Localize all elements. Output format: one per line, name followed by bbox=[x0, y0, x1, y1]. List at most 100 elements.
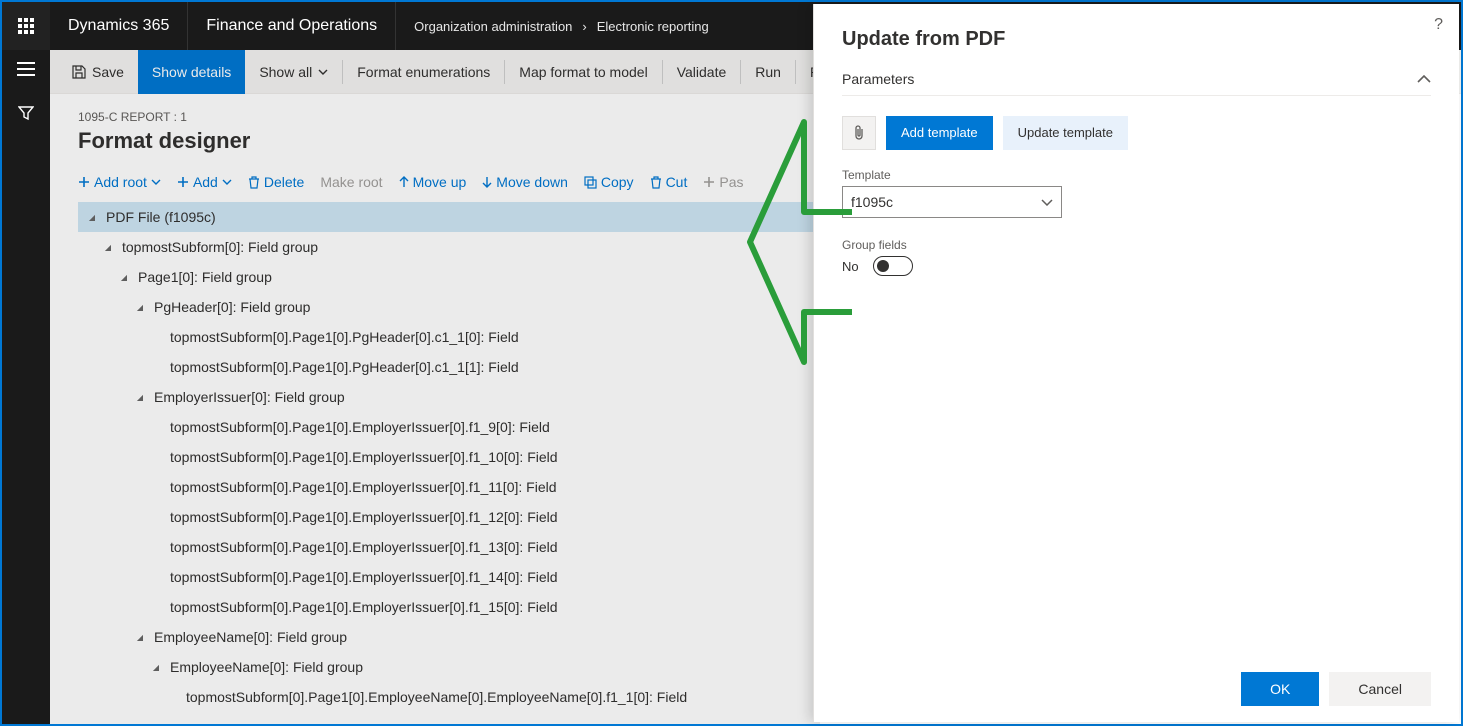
flyout-title: Update from PDF bbox=[842, 28, 1431, 51]
caret-icon[interactable]: ◢ bbox=[134, 303, 146, 312]
plus-icon bbox=[78, 176, 90, 188]
tree-label: topmostSubform[0].Page1[0].EmployeeName[… bbox=[186, 689, 687, 705]
waffle-menu[interactable] bbox=[2, 2, 50, 50]
show-all-button[interactable]: Show all bbox=[245, 50, 342, 94]
chevron-down-icon bbox=[318, 69, 328, 75]
tree-label: topmostSubform[0].Page1[0].EmployerIssue… bbox=[170, 539, 558, 555]
copy-icon bbox=[584, 176, 597, 189]
delete-label: Delete bbox=[264, 174, 304, 190]
tree-label: topmostSubform[0].Page1[0].EmployerIssue… bbox=[170, 509, 558, 525]
add-button[interactable]: Add bbox=[177, 174, 232, 190]
hamburger-icon[interactable] bbox=[17, 62, 35, 76]
chevron-down-icon bbox=[222, 179, 232, 185]
delete-button[interactable]: Delete bbox=[248, 174, 304, 190]
run-label: Run bbox=[755, 64, 781, 80]
plus-icon bbox=[703, 176, 715, 188]
validate-button[interactable]: Validate bbox=[663, 50, 741, 94]
tree-label: topmostSubform[0].Page1[0].EmployerIssue… bbox=[170, 569, 558, 585]
filter-icon[interactable] bbox=[18, 106, 34, 122]
breadcrumb-item[interactable]: Electronic reporting bbox=[597, 19, 709, 34]
tree-label: topmostSubform[0].Page1[0].EmployerIssue… bbox=[170, 479, 557, 495]
format-enum-button[interactable]: Format enumerations bbox=[343, 50, 504, 94]
make-root-button: Make root bbox=[320, 174, 382, 190]
tree-label: EmployeeName[0]: Field group bbox=[170, 659, 363, 675]
help-icon[interactable]: ? bbox=[1434, 16, 1443, 34]
map-format-button[interactable]: Map format to model bbox=[505, 50, 661, 94]
move-up-label: Move up bbox=[413, 174, 467, 190]
add-label: Add bbox=[193, 174, 218, 190]
chevron-down-icon bbox=[151, 179, 161, 185]
show-details-button[interactable]: Show details bbox=[138, 50, 245, 94]
ok-button[interactable]: OK bbox=[1241, 672, 1319, 706]
arrow-down-icon bbox=[482, 176, 492, 188]
group-fields-value: No bbox=[842, 259, 859, 274]
tree-label: EmployeeName[0]: Field group bbox=[154, 629, 347, 645]
run-button[interactable]: Run bbox=[741, 50, 795, 94]
template-select[interactable]: f1095c bbox=[842, 186, 1062, 218]
add-root-button[interactable]: Add root bbox=[78, 174, 161, 190]
move-down-button[interactable]: Move down bbox=[482, 174, 568, 190]
template-field-label: Template bbox=[842, 168, 1431, 182]
toggle-knob bbox=[877, 260, 889, 272]
move-down-label: Move down bbox=[496, 174, 568, 190]
add-root-label: Add root bbox=[94, 174, 147, 190]
chevron-up-icon bbox=[1417, 75, 1431, 83]
brand-label[interactable]: Dynamics 365 bbox=[50, 2, 188, 50]
attachment-button[interactable] bbox=[842, 116, 876, 150]
make-root-label: Make root bbox=[320, 174, 382, 190]
cancel-button[interactable]: Cancel bbox=[1329, 672, 1431, 706]
breadcrumb-item[interactable]: Organization administration bbox=[414, 19, 572, 34]
map-format-label: Map format to model bbox=[519, 64, 647, 80]
caret-icon[interactable]: ◢ bbox=[102, 243, 114, 252]
tree-label: PDF File (f1095c) bbox=[106, 209, 216, 225]
template-value: f1095c bbox=[851, 194, 893, 210]
tree-label: PgHeader[0]: Field group bbox=[154, 299, 310, 315]
breadcrumb: Organization administration › Electronic… bbox=[396, 2, 727, 50]
update-template-button[interactable]: Update template bbox=[1003, 116, 1128, 150]
tree-label: topmostSubform[0].Page1[0].EmployerIssue… bbox=[170, 449, 558, 465]
parameters-section-header[interactable]: Parameters bbox=[842, 71, 1431, 96]
paperclip-icon bbox=[853, 125, 865, 141]
show-details-label: Show details bbox=[152, 64, 231, 80]
tree-label: topmostSubform[0].Page1[0].PgHeader[0].c… bbox=[170, 359, 519, 375]
save-button[interactable]: Save bbox=[58, 50, 138, 94]
plus-icon bbox=[177, 176, 189, 188]
cut-icon bbox=[650, 176, 662, 189]
cut-label: Cut bbox=[666, 174, 688, 190]
chevron-right-icon: › bbox=[582, 19, 586, 34]
caret-icon[interactable]: ◢ bbox=[118, 273, 130, 282]
copy-button[interactable]: Copy bbox=[584, 174, 634, 190]
parameters-label: Parameters bbox=[842, 71, 914, 87]
left-rail bbox=[2, 50, 50, 724]
tree-label: topmostSubform[0].Page1[0].EmployerIssue… bbox=[170, 599, 558, 615]
tree-label: EmployerIssuer[0]: Field group bbox=[154, 389, 345, 405]
paste-button: Pas bbox=[703, 174, 743, 190]
cut-button[interactable]: Cut bbox=[650, 174, 688, 190]
save-label: Save bbox=[92, 64, 124, 80]
caret-icon[interactable]: ◢ bbox=[150, 663, 162, 672]
caret-icon[interactable]: ◢ bbox=[86, 213, 98, 222]
format-enum-label: Format enumerations bbox=[357, 64, 490, 80]
caret-icon[interactable]: ◢ bbox=[134, 393, 146, 402]
group-fields-label: Group fields bbox=[842, 238, 1431, 252]
tree-label: topmostSubform[0]: Field group bbox=[122, 239, 318, 255]
show-all-label: Show all bbox=[259, 64, 312, 80]
module-label[interactable]: Finance and Operations bbox=[188, 2, 396, 50]
paste-label: Pas bbox=[719, 174, 743, 190]
update-from-pdf-flyout: ? Update from PDF Parameters Add templat… bbox=[813, 4, 1459, 722]
template-button-row: Add template Update template bbox=[842, 116, 1431, 150]
validate-label: Validate bbox=[677, 64, 727, 80]
trash-icon bbox=[248, 176, 260, 189]
copy-label: Copy bbox=[601, 174, 634, 190]
caret-icon[interactable]: ◢ bbox=[134, 633, 146, 642]
move-up-button[interactable]: Move up bbox=[399, 174, 467, 190]
group-fields-toggle[interactable] bbox=[873, 256, 913, 276]
group-fields-row: No bbox=[842, 256, 1431, 276]
flyout-footer: OK Cancel bbox=[842, 656, 1431, 706]
waffle-icon bbox=[18, 18, 34, 34]
arrow-up-icon bbox=[399, 176, 409, 188]
save-icon bbox=[72, 65, 86, 79]
add-template-button[interactable]: Add template bbox=[886, 116, 993, 150]
tree-label: topmostSubform[0].Page1[0].PgHeader[0].c… bbox=[170, 329, 519, 345]
chevron-down-icon bbox=[1041, 199, 1053, 206]
